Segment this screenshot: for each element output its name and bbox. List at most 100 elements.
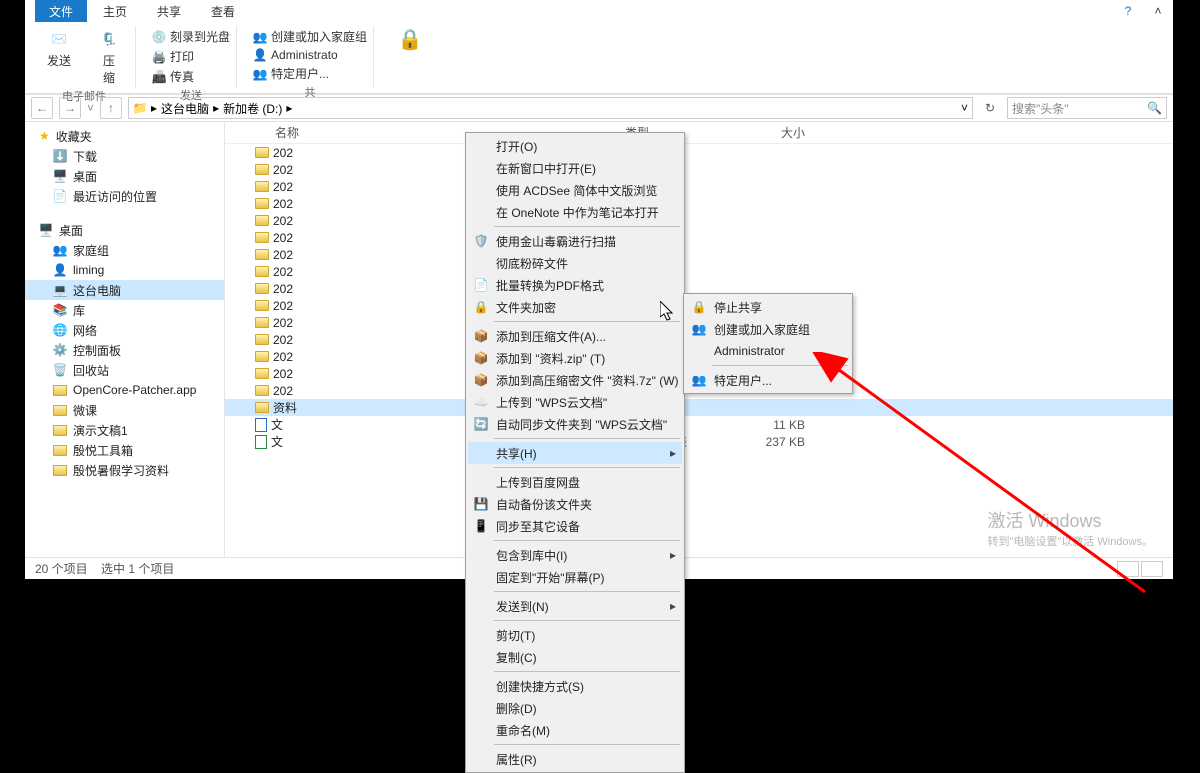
nav-desktop[interactable]: 🖥️桌面 [25,166,224,186]
crumb-volume[interactable]: 新加卷 (D:) [223,100,282,117]
addr-dropdown-icon[interactable]: ˅ [961,101,968,115]
nav-recycle[interactable]: 🗑️回收站 [25,360,224,380]
file-row[interactable]: 资料27 10:31文件夹 [225,399,1173,416]
menu-item[interactable]: 属性(R) [468,748,682,770]
view-details-button[interactable] [1117,561,1139,577]
menu-item[interactable]: 重命名(M) [468,719,682,741]
menu-item[interactable]: 使用 ACDSee 简体中文版浏览 [468,179,682,201]
file-row[interactable]: 文24 19:05DOC 文档11 KB [225,416,1173,433]
chevron-right-icon: ▸ [151,101,157,115]
menu-item[interactable]: 🔄自动同步文件夹到 "WPS云文档" [468,413,682,435]
menu-item[interactable]: 打开(O) [468,135,682,157]
nav-thispc[interactable]: 💻这台电脑 [25,280,224,300]
send-button[interactable]: ✉️ 发送 [39,28,79,86]
homegroup-icon: 👥 [53,243,67,257]
specific-user-button[interactable]: 👥特定用户... [253,65,367,82]
download-icon: ⬇️ [53,149,67,163]
menu-item[interactable]: 📄批量转换为PDF格式 [468,274,682,296]
help-icon[interactable]: ? [1113,0,1143,22]
file-row[interactable]: 202 [225,263,1173,280]
recycle-icon: 🗑️ [53,363,67,377]
nav-tools[interactable]: 殷悦工具箱 [25,440,224,460]
file-row[interactable]: 20221 16:45文件夹 [225,229,1173,246]
column-headers[interactable]: 名称 类型 大小 [225,122,1173,144]
submenu-item[interactable]: Administrator [686,340,850,362]
menu-item[interactable]: 在新窗口中打开(E) [468,157,682,179]
send-label: 发送 [47,52,71,69]
menu-item[interactable]: 彻底粉碎文件 [468,252,682,274]
search-input[interactable]: 搜索"头条" 🔍 [1007,97,1167,119]
menu-item[interactable]: 删除(D) [468,697,682,719]
menu-item[interactable]: 📦添加到高压缩密文件 "资料.7z" (W) [468,369,682,391]
windows-activation-watermark: 激活 Windows 转到"电脑设置"以激活 Windows。 [988,507,1154,549]
nav-wechat[interactable]: 微课 [25,400,224,420]
file-list-area[interactable]: 名称 类型 大小 20221 15:39文件夹20225 11:58文件夹202… [225,122,1173,557]
burn-button[interactable]: 💿刻录到光盘 [152,28,230,45]
menu-item[interactable]: 固定到"开始"屏幕(P) [468,566,682,588]
file-row[interactable]: 20211 13:56文件夹 [225,178,1173,195]
file-row[interactable]: 20221 16:38文件夹 [225,246,1173,263]
menu-item[interactable]: 💾自动备份该文件夹 [468,493,682,515]
homegroup-button[interactable]: 👥创建或加入家庭组 [253,28,367,45]
chevron-up-icon[interactable]: ˄ [1143,0,1173,22]
back-button[interactable]: ← [31,97,53,119]
file-row[interactable]: 20213 13:23文件夹 [225,212,1173,229]
recent-locations-button[interactable]: ˅ [87,101,94,115]
menu-item[interactable]: 在 OneNote 中作为笔记本打开 [468,201,682,223]
lock-icon: 🔒 [399,28,421,50]
nav-summer[interactable]: 殷悦暑假学习资料 [25,460,224,480]
menu-item[interactable]: 复制(C) [468,646,682,668]
menu-item[interactable]: 🛡️使用金山毒霸进行扫描 [468,230,682,252]
print-button[interactable]: 🖨️打印 [152,48,230,65]
tab-home[interactable]: 主页 [89,0,141,22]
nav-homegroup[interactable]: 👥家庭组 [25,240,224,260]
fax-button[interactable]: 📠传真 [152,68,230,85]
refresh-button[interactable]: ↻ [979,97,1001,119]
nav-liming[interactable]: 👤liming [25,260,224,280]
col-size[interactable]: 大小 [715,124,805,141]
menu-item[interactable]: 📦添加到压缩文件(A)... [468,325,682,347]
nav-downloads[interactable]: ⬇️下载 [25,146,224,166]
submenu-item[interactable]: 🔒停止共享 [686,296,850,318]
nav-favorites[interactable]: ★收藏夹 [25,126,224,146]
file-row[interactable]: 20221 15:39文件夹 [225,144,1173,161]
menu-item[interactable]: 📦添加到 "资料.zip" (T) [468,347,682,369]
file-row[interactable]: 20225 11:58文件夹 [225,161,1173,178]
menu-item[interactable]: 🔒文件夹加密 [468,296,682,318]
nav-tree[interactable]: ★收藏夹 ⬇️下载 🖥️桌面 📄最近访问的位置 🖥️桌面 👥家庭组 👤limin… [25,122,225,557]
tab-share[interactable]: 共享 [143,0,195,22]
view-icons-button[interactable] [1141,561,1163,577]
menu-item[interactable]: 剪切(T) [468,624,682,646]
crumb-thispc[interactable]: 这台电脑 [161,100,209,117]
nav-network[interactable]: 🌐网络 [25,320,224,340]
tab-file[interactable]: 文件 [35,0,87,22]
menu-item[interactable]: 上传到百度网盘 [468,471,682,493]
menu-item[interactable]: 包含到库中(I)▸ [468,544,682,566]
nav-opencore[interactable]: OpenCore-Patcher.app [25,380,224,400]
advanced-security-button[interactable]: 🔒 [390,28,430,50]
zip-button[interactable]: 🗜️ 压 缩 [89,28,129,86]
file-row[interactable]: 文8 9:02XLS 工作表237 KB [225,433,1173,450]
nav-ppt[interactable]: 演示文稿1 [25,420,224,440]
nav-recent[interactable]: 📄最近访问的位置 [25,186,224,206]
menu-item[interactable]: 共享(H)▸ [468,442,682,464]
admin-button[interactable]: 👤Administrato [253,48,367,62]
up-button[interactable]: ↑ [100,97,122,119]
submenu-item[interactable]: 👥创建或加入家庭组 [686,318,850,340]
menu-item[interactable]: 发送到(N)▸ [468,595,682,617]
file-row[interactable]: 20211 14:35文件夹 [225,195,1173,212]
nav-cpanel[interactable]: ⚙️控制面板 [25,340,224,360]
explorer-window: 文件 主页 共享 查看 ? ˄ ✉️ 发送 🗜️ 压 缩 电子邮件 [25,0,1173,579]
menu-item[interactable]: 📱同步至其它设备 [468,515,682,537]
submenu-item[interactable]: 👥特定用户... [686,369,850,391]
tab-view[interactable]: 查看 [197,0,249,22]
forward-button[interactable]: → [59,97,81,119]
nav-libraries[interactable]: 📚库 [25,300,224,320]
homegroup-icon: 👥 [253,30,267,44]
menu-item[interactable]: 创建快捷方式(S) [468,675,682,697]
menu-item[interactable]: ☁️上传到 "WPS云文档" [468,391,682,413]
breadcrumb[interactable]: 📁 ▸ 这台电脑 ▸ 新加卷 (D:) ▸ ˅ [128,97,973,119]
mail-icon: ✉️ [48,28,70,50]
nav-desktop-hdr[interactable]: 🖥️桌面 [25,220,224,240]
folder-icon [53,425,67,436]
